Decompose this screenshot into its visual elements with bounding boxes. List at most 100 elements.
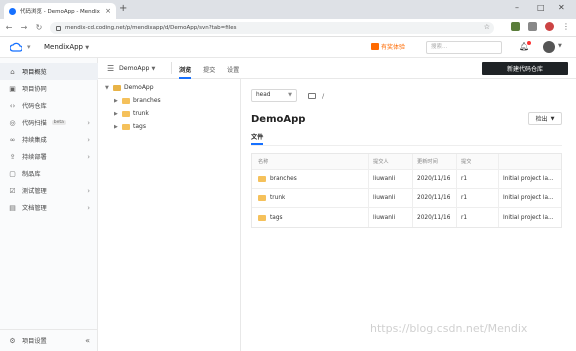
divider bbox=[368, 208, 369, 227]
table-row[interactable]: branches liuwanli 2020/11/16 r1 Initial … bbox=[252, 170, 561, 189]
caret-right-icon[interactable]: ▶ bbox=[114, 98, 119, 104]
file-name: branches bbox=[270, 176, 297, 182]
sidebar-item-label: 项目协同 bbox=[22, 86, 47, 93]
sidebar-item-docs[interactable]: ▤ 文档管理 › bbox=[0, 199, 98, 216]
forward-icon[interactable]: → bbox=[18, 23, 30, 32]
checkout-button[interactable]: 检出 ▼ bbox=[528, 112, 562, 125]
folder-icon bbox=[122, 123, 130, 130]
message-cell: Initial project la... bbox=[503, 214, 554, 221]
column-header-time: 更新时间 bbox=[417, 159, 438, 165]
tree-item-tags[interactable]: ▶ tags bbox=[114, 123, 146, 130]
file-name-cell[interactable]: tags bbox=[258, 208, 283, 227]
avatar-chevron-icon[interactable]: ▼ bbox=[558, 43, 562, 49]
tab-browse[interactable]: 浏览 bbox=[179, 65, 191, 74]
gear-icon: ⚙ bbox=[9, 336, 16, 345]
caret-right-icon[interactable]: ▶ bbox=[114, 124, 119, 130]
file-name: trunk bbox=[270, 195, 286, 201]
sidebar-item-artifacts[interactable]: ▢ 制品库 bbox=[0, 165, 98, 182]
folder-icon bbox=[258, 195, 266, 201]
profile-icon[interactable] bbox=[545, 22, 554, 31]
watermark: https://blog.csdn.net/Mendix bbox=[370, 322, 528, 335]
folder-open-icon bbox=[113, 84, 121, 91]
tab-files[interactable]: 文件 bbox=[251, 132, 263, 141]
column-header-name: 名称 bbox=[258, 159, 269, 165]
sidebar-item-ci[interactable]: ∞ 持续集成 › bbox=[0, 131, 98, 148]
sidebar-item-code-repo[interactable]: ‹› 代码仓库 bbox=[0, 97, 98, 114]
browser-tab[interactable]: 代码浏览 - DemoApp - Mendix × bbox=[4, 3, 116, 19]
repo-switcher[interactable]: DemoApp ▼ bbox=[119, 65, 155, 72]
tree-root[interactable]: ▼ DemoApp bbox=[105, 84, 154, 91]
time-cell: 2020/11/16 bbox=[417, 214, 451, 221]
bookmark-star-icon[interactable]: ☆ bbox=[484, 23, 490, 31]
project-switcher[interactable]: MendixApp ▼ bbox=[44, 43, 89, 51]
back-icon[interactable]: ← bbox=[3, 23, 15, 32]
notification-dot bbox=[527, 41, 531, 45]
address-bar[interactable]: mendix-cd.coding.net/p/mendixapp/d/DemoA… bbox=[50, 22, 494, 34]
caret-down-icon[interactable]: ▼ bbox=[105, 85, 110, 91]
commit-cell[interactable]: r1 bbox=[461, 170, 467, 188]
folder-icon bbox=[122, 110, 130, 117]
divider bbox=[498, 189, 499, 207]
sidebar-item-testing[interactable]: ☑ 测试管理 › bbox=[0, 182, 98, 199]
divider bbox=[456, 189, 457, 207]
chevron-right-icon: › bbox=[87, 203, 90, 212]
tree-item-trunk[interactable]: ▶ trunk bbox=[114, 110, 149, 117]
divider bbox=[412, 154, 413, 169]
sidebar-item-collaboration[interactable]: ▣ 项目协同 bbox=[0, 80, 98, 97]
message-cell: Initial project la... bbox=[503, 176, 554, 182]
coding-logo-icon[interactable] bbox=[10, 42, 22, 52]
sidebar-footer-label: 项目设置 bbox=[22, 338, 47, 345]
extension-icon[interactable] bbox=[511, 22, 520, 31]
promo-link[interactable]: 有奖体验 bbox=[371, 42, 405, 51]
extensions-area: ⋮ bbox=[511, 22, 570, 31]
avatar[interactable] bbox=[543, 41, 555, 53]
app-header: ▾ MendixApp ▼ 有奖体验 搜索... 🔔︎ ▼ bbox=[0, 37, 576, 58]
minimize-button[interactable]: – bbox=[515, 3, 519, 12]
menu-icon[interactable]: ☰ bbox=[107, 64, 114, 73]
file-name-cell[interactable]: branches bbox=[258, 170, 297, 188]
commit-cell[interactable]: r1 bbox=[461, 208, 467, 227]
table-row[interactable]: trunk liuwanli 2020/11/16 r1 Initial pro… bbox=[252, 189, 561, 208]
maximize-button[interactable]: □ bbox=[537, 3, 545, 12]
sidebar-item-code-scan[interactable]: ◎ 代码扫描 beta › bbox=[0, 114, 98, 131]
puzzle-icon[interactable] bbox=[528, 22, 537, 31]
new-tab-button[interactable]: + bbox=[119, 4, 127, 14]
file-name: tags bbox=[270, 214, 283, 221]
sidebar-item-overview[interactable]: ⌂ 项目概览 bbox=[0, 63, 98, 80]
collapse-sidebar-icon[interactable]: « bbox=[85, 336, 90, 345]
code-icon: ‹› bbox=[9, 101, 16, 110]
sidebar-item-label: 测试管理 bbox=[22, 188, 47, 195]
file-name-cell[interactable]: trunk bbox=[258, 189, 285, 207]
sidebar: ⌂ 项目概览 ▣ 项目协同 ‹› 代码仓库 ◎ 代码扫描 beta › ∞ 持续… bbox=[0, 58, 98, 351]
message-cell: Initial project la... bbox=[503, 195, 554, 201]
new-repo-button[interactable]: 新建代码仓库 bbox=[482, 62, 568, 75]
tab-settings[interactable]: 设置 bbox=[227, 65, 239, 74]
home-icon: ⌂ bbox=[10, 67, 15, 76]
sidebar-item-settings[interactable]: ⚙ 项目设置 « bbox=[0, 329, 98, 351]
table-row[interactable]: tags liuwanli 2020/11/16 r1 Initial proj… bbox=[252, 208, 561, 227]
artifact-icon: ▢ bbox=[9, 169, 16, 178]
scan-icon: ◎ bbox=[9, 118, 16, 127]
time-cell: 2020/11/16 bbox=[417, 176, 451, 182]
caret-right-icon[interactable]: ▶ bbox=[114, 111, 119, 117]
sidebar-item-cd[interactable]: ⇪ 持续部署 › bbox=[0, 148, 98, 165]
divider bbox=[456, 208, 457, 227]
divider bbox=[251, 145, 562, 146]
tree-item-branches[interactable]: ▶ branches bbox=[114, 97, 161, 104]
table-header: 名称 提交人 更新时间 提交 bbox=[252, 154, 561, 170]
search-input[interactable]: 搜索... bbox=[426, 41, 502, 54]
ci-icon: ∞ bbox=[9, 135, 16, 144]
close-window-button[interactable]: ✕ bbox=[558, 3, 565, 12]
reload-icon[interactable]: ↻ bbox=[33, 23, 45, 32]
more-icon[interactable]: ⋮ bbox=[562, 22, 570, 31]
chevron-down-icon[interactable]: ▾ bbox=[27, 43, 31, 51]
tab-close-icon[interactable]: × bbox=[105, 7, 111, 15]
main-content: head ▼ / DemoApp 检出 ▼ 文件 名称 提交人 更新时间 提交 … bbox=[241, 79, 576, 351]
tab-commits[interactable]: 提交 bbox=[203, 65, 215, 74]
ref-select[interactable]: head ▼ bbox=[251, 89, 297, 102]
chevron-down-icon: ▼ bbox=[550, 115, 555, 122]
deploy-icon: ⇪ bbox=[9, 152, 16, 161]
commit-cell[interactable]: r1 bbox=[461, 189, 467, 207]
project-name: MendixApp bbox=[44, 43, 83, 51]
folder-outline-icon[interactable] bbox=[308, 93, 316, 99]
